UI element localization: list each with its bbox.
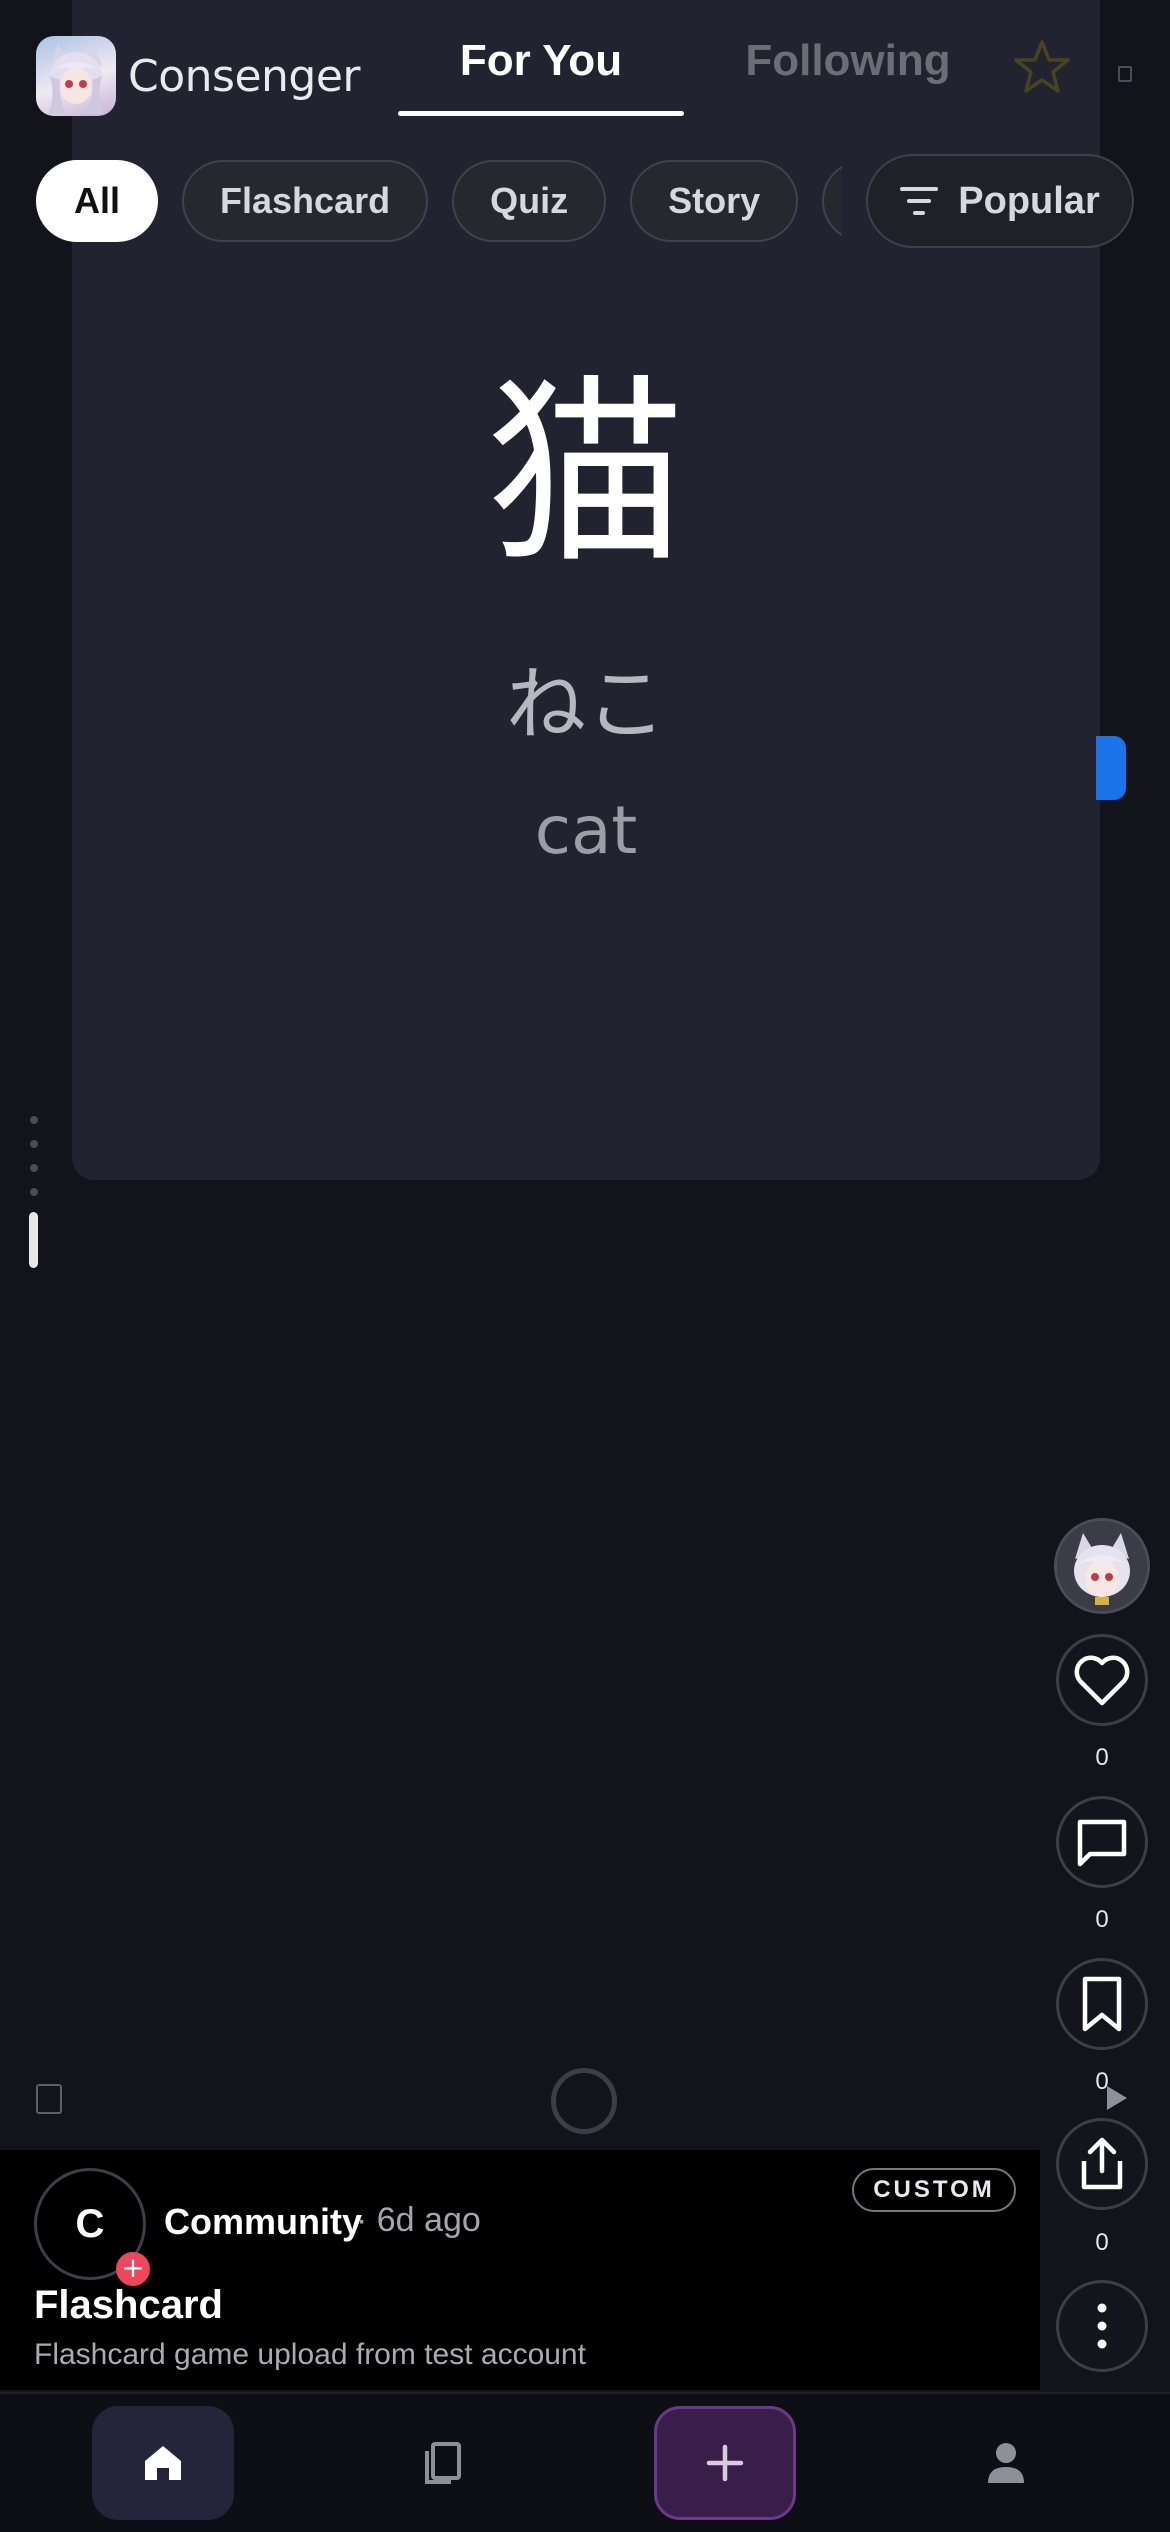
nav-library[interactable] [372, 2406, 514, 2520]
chip-more[interactable]: D [822, 160, 842, 242]
flashcard-reading: ねこ [506, 658, 666, 751]
post-time: · 6d ago [356, 2201, 481, 2239]
chip-story[interactable]: Story [630, 160, 799, 242]
app-logo [36, 36, 116, 116]
custom-badge: CUSTOM [852, 2168, 1016, 2212]
creator-avatar-button[interactable] [1054, 1518, 1150, 1614]
nav-home[interactable] [92, 2406, 234, 2520]
comment-icon [1077, 1819, 1127, 1867]
pager-active-indicator [29, 1212, 38, 1268]
bookmark-count: 0 [1095, 2068, 1109, 2095]
post-description: Flashcard game upload from test account [34, 2338, 586, 2371]
heart-icon [1074, 1655, 1130, 1706]
share-icon [1081, 2137, 1123, 2190]
nav-create[interactable] [654, 2406, 796, 2520]
share-button[interactable] [1056, 2118, 1148, 2210]
chip-all[interactable]: All [36, 160, 159, 242]
star-icon[interactable] [1010, 36, 1074, 100]
qr-code-icon [1118, 66, 1132, 82]
loading-spinner [551, 2068, 617, 2134]
app-root: 猫 ねこ cat Consenger For You Following All… [0, 0, 1170, 2532]
chip-quiz[interactable]: Quiz [452, 160, 607, 242]
pager-dot [30, 1116, 38, 1124]
filter-chips: All Flashcard Quiz Story D [36, 160, 842, 242]
more-button[interactable] [1056, 2280, 1148, 2372]
library-icon [425, 2442, 461, 2484]
tab-following[interactable]: Following [728, 36, 968, 116]
like-button[interactable] [1056, 1634, 1148, 1726]
tab-for-you[interactable]: For You [398, 36, 684, 116]
qr-code-icon[interactable] [36, 2084, 62, 2114]
sort-label: Popular [958, 179, 1100, 222]
bookmark-icon [1082, 1976, 1122, 2032]
app-name: Consenger [128, 50, 361, 102]
bookmark-button[interactable] [1056, 1958, 1148, 2050]
side-tab-indicator[interactable] [1096, 736, 1126, 800]
brand: Consenger [36, 34, 361, 118]
plus-icon [706, 2444, 744, 2482]
filter-icon [900, 187, 939, 215]
share-count: 0 [1095, 2229, 1109, 2256]
play-icon[interactable] [1107, 2086, 1127, 2110]
more-icon [1097, 2303, 1107, 2349]
profile-icon [988, 2443, 1024, 2483]
flashcard-kanji: 猫 [485, 358, 686, 591]
pager-dot [30, 1140, 38, 1148]
pager-dot [30, 1188, 38, 1196]
tab-active-underline [398, 111, 684, 116]
post-title: Flashcard [34, 2283, 223, 2327]
pager-dot [30, 1164, 38, 1172]
like-count: 0 [1095, 1744, 1109, 1771]
comment-button[interactable] [1056, 1796, 1148, 1888]
nav-profile[interactable] [935, 2406, 1077, 2520]
comment-count: 0 [1095, 1906, 1109, 1933]
home-icon [145, 2446, 181, 2480]
sort-button[interactable]: Popular [866, 154, 1134, 248]
follow-plus-icon[interactable]: + [116, 2252, 150, 2286]
creator-name[interactable]: Community [164, 2201, 362, 2243]
flashcard-meaning: cat [534, 792, 638, 869]
chip-flashcard[interactable]: Flashcard [182, 160, 429, 242]
